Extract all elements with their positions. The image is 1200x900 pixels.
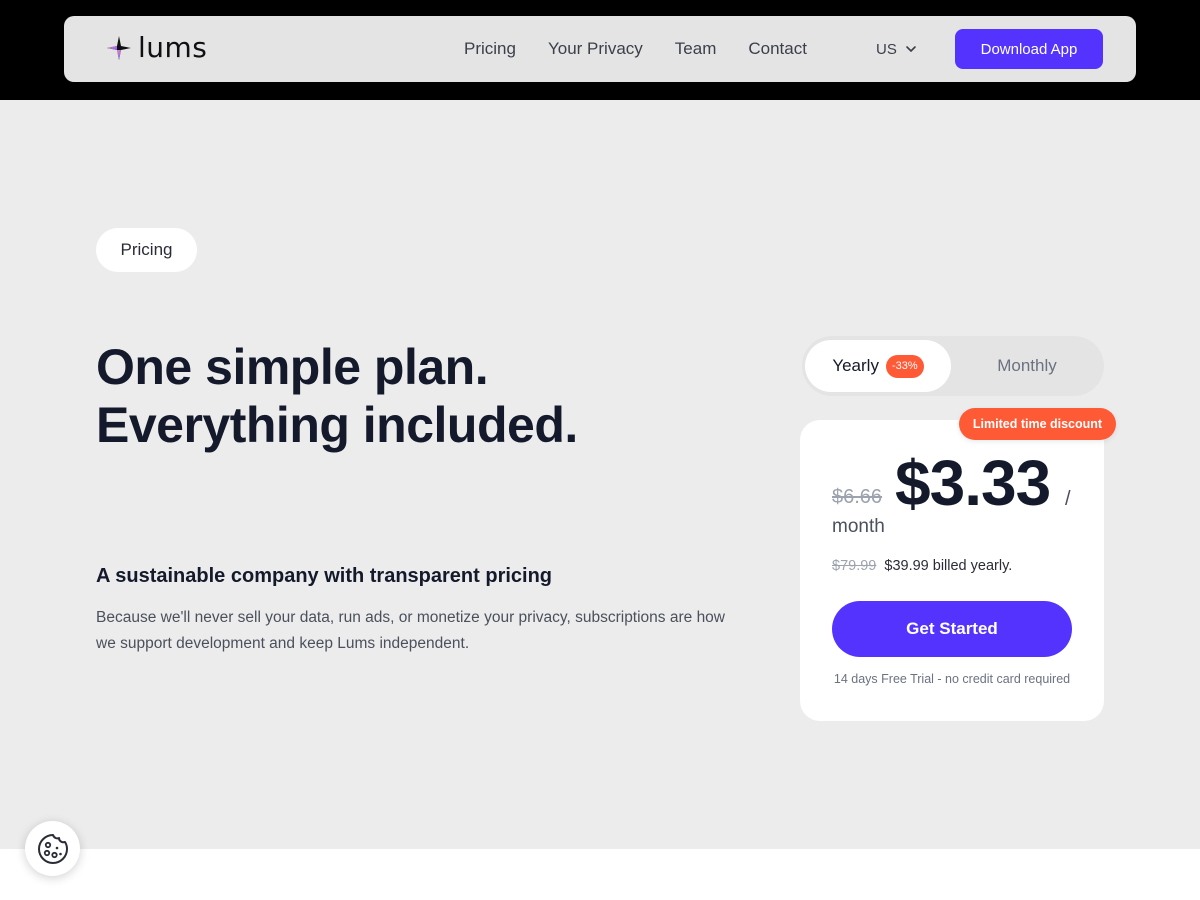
billing-toggle: Yearly -33% Monthly: [802, 336, 1104, 396]
old-price: $6.66: [832, 486, 883, 508]
toggle-yearly-label: Yearly: [832, 356, 879, 375]
nav-links: Pricing Your Privacy Team Contact: [464, 16, 807, 82]
section-pill: Pricing: [96, 228, 197, 272]
sparkle-logo-icon: [107, 36, 131, 60]
trial-note: 14 days Free Trial - no credit card requ…: [833, 672, 1071, 686]
navbar: lums Pricing Your Privacy Team Contact U…: [64, 16, 1136, 82]
pricing-hero: Pricing One simple plan. Everything incl…: [0, 100, 1200, 849]
nav-link-pricing[interactable]: Pricing: [464, 39, 516, 59]
price: $3.33: [895, 447, 1051, 519]
toggle-monthly[interactable]: Monthly: [954, 340, 1100, 392]
toggle-yearly[interactable]: Yearly -33%: [805, 340, 951, 392]
price-period: month: [832, 516, 885, 537]
language-selector[interactable]: US: [876, 38, 917, 60]
cookie-icon: [37, 833, 68, 864]
yearly-discount-badge: -33%: [885, 354, 924, 378]
cookie-settings-button[interactable]: [25, 821, 80, 876]
logo-text: lums: [138, 31, 208, 64]
chevron-down-icon: [906, 46, 916, 52]
logo[interactable]: lums: [106, 30, 207, 66]
price-slash: /: [1065, 488, 1071, 510]
billed-text: $39.99 billed yearly.: [884, 558, 1013, 574]
get-started-button[interactable]: Get Started: [832, 601, 1072, 657]
headline-line-2: Everything included.: [96, 397, 578, 453]
nav-link-contact[interactable]: Contact: [748, 39, 807, 59]
nav-link-your-privacy[interactable]: Your Privacy: [548, 39, 643, 59]
language-label: US: [876, 40, 897, 58]
download-app-button[interactable]: Download App: [955, 29, 1103, 69]
description: Because we'll never sell your data, run …: [96, 609, 725, 652]
limited-discount-badge: Limited time discount: [959, 408, 1116, 440]
pricing-card: $6.66 $3.33 / month $79.99 $39.99 billed…: [800, 420, 1104, 721]
subheading: A sustainable company with transparent p…: [96, 565, 553, 587]
billing-summary: $79.99 $39.99 billed yearly.: [832, 558, 1012, 574]
nav-link-team[interactable]: Team: [675, 39, 717, 59]
billed-old-price: $79.99: [832, 558, 877, 574]
headline-line-1: One simple plan.: [96, 339, 489, 395]
page-title: One simple plan. Everything included.: [96, 338, 736, 454]
